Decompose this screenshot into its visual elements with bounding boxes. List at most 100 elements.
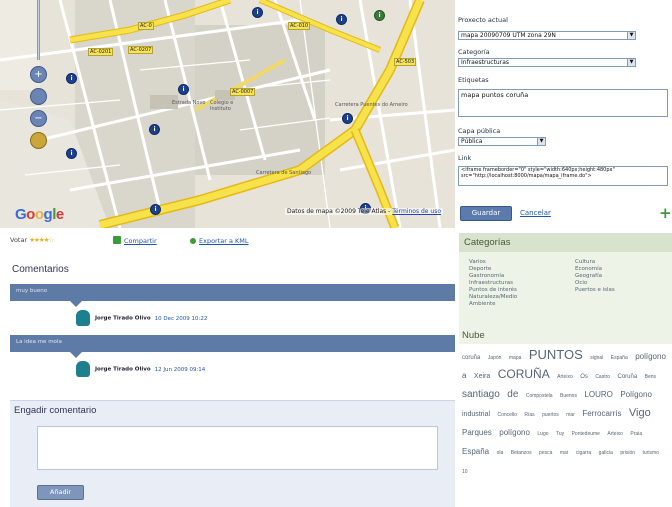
tag-link[interactable]: CORUÑA bbox=[498, 367, 550, 381]
category-link[interactable]: Naturaleza/Medio bbox=[469, 294, 517, 301]
tag-link[interactable]: santiago bbox=[462, 389, 500, 400]
compartir-link[interactable]: Compartir bbox=[124, 237, 157, 245]
street-label: Carretera Puentes do Arneiro bbox=[335, 102, 408, 108]
zoom-out-button[interactable]: − bbox=[30, 110, 47, 127]
map-view[interactable]: + − i i i i i i i i i i AC-0 AC-0201 AC-… bbox=[0, 0, 455, 228]
guardar-button[interactable]: Guardar bbox=[460, 206, 512, 221]
tag-link[interactable]: España bbox=[611, 355, 628, 361]
tag-link[interactable]: Ferrocarrís bbox=[582, 409, 621, 418]
tag-link[interactable]: coruña bbox=[462, 355, 480, 361]
zoom-slider-track[interactable] bbox=[37, 0, 40, 60]
exportar-kml-link[interactable]: Exportar a KML bbox=[199, 237, 249, 245]
map-marker-icon[interactable]: i bbox=[178, 84, 189, 95]
add-comment-panel: Engadir comentario Añadir bbox=[10, 400, 455, 507]
tag-link[interactable]: pesca bbox=[539, 450, 552, 456]
category-select[interactable]: Infraestructuras ▼ bbox=[458, 58, 636, 67]
map-marker-icon[interactable]: i bbox=[150, 204, 161, 215]
zoom-in-button[interactable]: + bbox=[30, 66, 47, 83]
category-link[interactable]: Infraestructuras bbox=[469, 280, 517, 287]
tag-link[interactable]: industrial bbox=[462, 411, 490, 418]
tag-link[interactable]: Lugo bbox=[537, 431, 548, 437]
tag-link[interactable]: a bbox=[462, 371, 466, 380]
terms-link[interactable]: Términos de uso bbox=[392, 208, 441, 215]
project-label: Proxecto actual bbox=[458, 16, 508, 24]
tag-link[interactable]: galicia bbox=[599, 450, 613, 456]
tag-link[interactable]: mar bbox=[566, 412, 575, 418]
category-link[interactable]: Geografía bbox=[575, 273, 615, 280]
map-marker-icon[interactable]: i bbox=[66, 148, 77, 159]
tag-link[interactable]: LOURO bbox=[584, 390, 612, 399]
map-marker-icon[interactable]: i bbox=[342, 113, 353, 124]
tag-link[interactable]: Coruña bbox=[618, 374, 638, 380]
tag-link[interactable]: Arteixo bbox=[607, 431, 623, 437]
cancelar-link[interactable]: Cancelar bbox=[520, 209, 551, 217]
tag-link[interactable]: mapa bbox=[509, 355, 522, 361]
tag-link[interactable]: 10 bbox=[462, 469, 468, 475]
anadir-button[interactable]: Añadir bbox=[37, 485, 84, 500]
link-textarea[interactable]: <iframe frameborder="0" style="width:640… bbox=[458, 166, 668, 186]
tag-link[interactable]: Os bbox=[580, 374, 588, 380]
category-link[interactable]: Economía bbox=[575, 266, 615, 273]
tag-link[interactable]: cigarra bbox=[576, 450, 591, 456]
category-link[interactable]: Cultura bbox=[575, 259, 615, 266]
tag-link[interactable]: polígono bbox=[635, 352, 666, 361]
tag-link[interactable]: Arteixo bbox=[557, 374, 573, 380]
tag-link[interactable]: Praia bbox=[630, 431, 642, 437]
map-marker-icon[interactable]: i bbox=[66, 73, 77, 84]
map-marker-icon[interactable]: i bbox=[336, 14, 347, 25]
map-marker-icon[interactable]: i bbox=[252, 7, 263, 18]
category-link[interactable]: Puntos de interés bbox=[469, 287, 517, 294]
tag-link[interactable]: Xeira bbox=[474, 373, 490, 380]
tag-link[interactable]: signal bbox=[590, 355, 603, 361]
comment-user[interactable]: Jorge Tirado Olivo bbox=[95, 367, 151, 373]
plus-icon[interactable]: + bbox=[659, 206, 672, 221]
road-label: AC-503 bbox=[394, 58, 417, 66]
road-label: AC-0007 bbox=[230, 88, 256, 96]
zoom-slider-handle[interactable] bbox=[30, 88, 47, 105]
comment-user[interactable]: Jorge Tirado Olivo bbox=[95, 316, 151, 322]
tag-link[interactable]: prisión bbox=[620, 450, 635, 456]
map-canvas[interactable] bbox=[0, 0, 455, 228]
rating-stars[interactable]: ★★★★☆ bbox=[29, 236, 54, 244]
category-link[interactable]: Ocio bbox=[575, 280, 615, 287]
etiquetas-input[interactable]: mapa puntos coruña bbox=[458, 89, 668, 117]
tag-link[interactable]: de bbox=[507, 389, 518, 400]
tag-link[interactable]: Rías bbox=[524, 412, 534, 418]
tag-link[interactable]: Vigo bbox=[629, 407, 651, 419]
category-link[interactable]: Deporte bbox=[469, 266, 517, 273]
category-link[interactable]: Varios bbox=[469, 259, 517, 266]
google-logo[interactable]: Google bbox=[15, 206, 64, 223]
tag-link[interactable]: polígono bbox=[499, 428, 530, 437]
tag-link[interactable]: Parques bbox=[462, 428, 492, 437]
tag-link[interactable]: PUNTOS bbox=[529, 347, 583, 362]
tag-link[interactable]: mar bbox=[560, 450, 569, 456]
tag-link[interactable]: turismo bbox=[643, 450, 659, 456]
tag-link[interactable]: puertos bbox=[542, 412, 559, 418]
map-marker-icon[interactable]: i bbox=[374, 10, 385, 21]
tag-link[interactable]: Buenos bbox=[560, 393, 577, 399]
tag-link[interactable]: España bbox=[462, 447, 489, 456]
category-link[interactable]: Puertos e islas bbox=[575, 287, 615, 294]
avatar bbox=[76, 361, 90, 377]
caps-select[interactable]: Pública ▼ bbox=[458, 137, 546, 146]
comment-bubble: muy bueno bbox=[10, 284, 455, 307]
right-sidebar: Categorías Varios Deporte Gastronomía In… bbox=[457, 233, 672, 507]
tag-link[interactable]: Betanzos bbox=[511, 450, 532, 456]
tag-link[interactable]: Tuy bbox=[556, 431, 564, 437]
map-marker-icon[interactable]: i bbox=[149, 124, 160, 135]
comment-textarea[interactable] bbox=[37, 426, 438, 470]
tag-link[interactable]: Compostela bbox=[526, 393, 553, 399]
tag-link[interactable]: Concello bbox=[497, 412, 516, 418]
tag-link[interactable]: Castro bbox=[595, 374, 610, 380]
tag-link[interactable]: Japón bbox=[488, 355, 502, 361]
road-label: AC-010 bbox=[288, 22, 311, 30]
category-link[interactable]: Ambiente bbox=[469, 301, 517, 308]
streetview-pegman-icon[interactable] bbox=[30, 132, 47, 149]
category-link[interactable]: Gastronomía bbox=[469, 273, 517, 280]
road-label: AC-0 bbox=[138, 22, 154, 30]
tag-link[interactable]: Pontedeume bbox=[572, 431, 600, 437]
tag-link[interactable]: Polígono bbox=[620, 390, 652, 399]
tag-link[interactable]: ola bbox=[497, 450, 504, 456]
project-select[interactable]: mapa 20090709 UTM zona 29N ▼ bbox=[458, 31, 636, 40]
tag-link[interactable]: Bens bbox=[645, 374, 656, 380]
